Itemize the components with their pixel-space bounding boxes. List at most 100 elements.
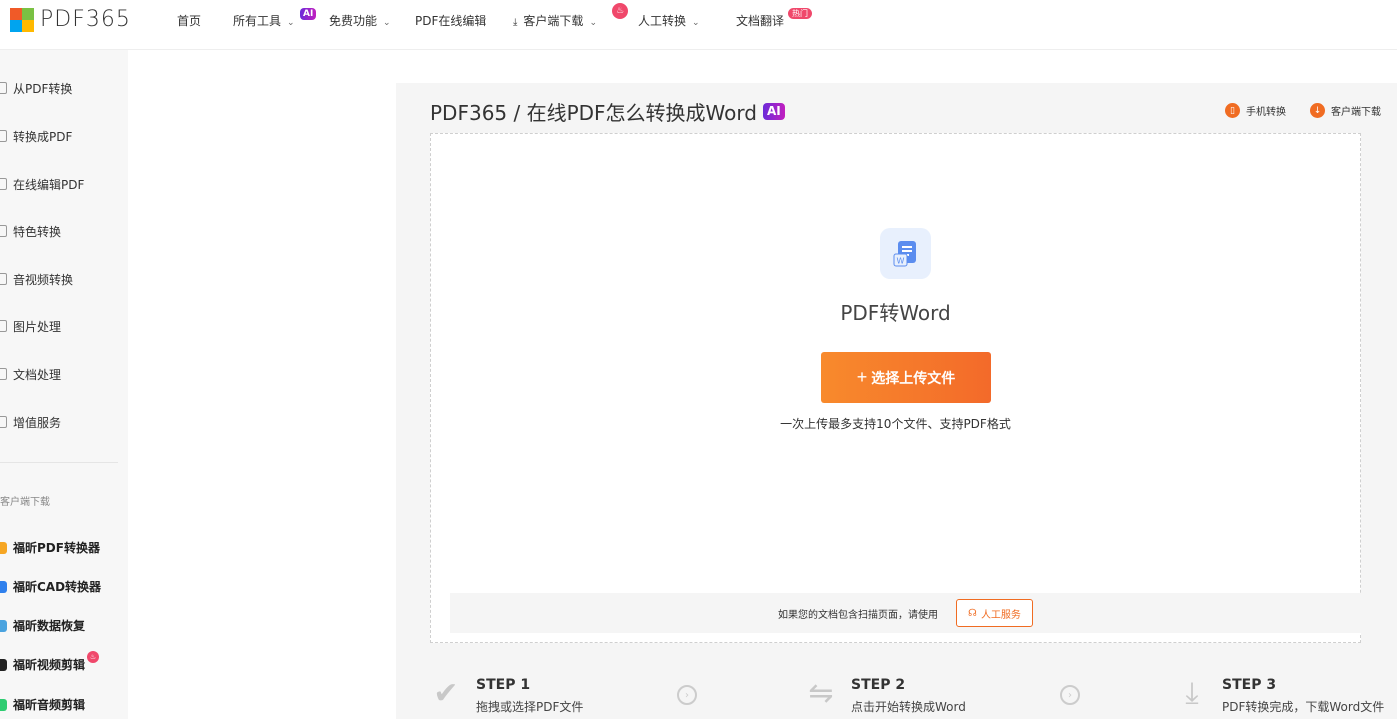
- sidebar-item-label: 转换成PDF: [13, 129, 73, 144]
- sidebar-item-value-added[interactable]: 增值服务: [0, 407, 128, 437]
- app-icon: [0, 580, 7, 593]
- download-icon: ⤓: [1185, 676, 1199, 711]
- page-title-text: PDF365 / 在线PDF怎么转换成Word: [430, 101, 757, 125]
- doc-icon: [0, 368, 7, 380]
- nav-home[interactable]: 首页: [177, 12, 201, 29]
- word-file-icon: W: [880, 228, 931, 279]
- client-download-heading: 客户端下载: [0, 497, 50, 508]
- top-nav: PDF365 首页 所有工具 ⌄ AI 免费功能 ⌄ PDF在线编辑 ⤓ 客户端下载 ⌄…: [0, 0, 1397, 50]
- app-icon: [0, 698, 7, 711]
- fire-icon: ♨: [87, 651, 99, 663]
- tool-name: PDF转Word: [840, 301, 951, 325]
- sidebar-item-edit-pdf[interactable]: 在线编辑PDF: [0, 169, 128, 199]
- nav-online-edit[interactable]: PDF在线编辑: [415, 12, 486, 29]
- image-icon: [0, 320, 7, 332]
- sidebar-item-label: 图片处理: [13, 319, 62, 334]
- nav-free-features[interactable]: 免费功能 ⌄: [329, 12, 391, 29]
- app-icon: [0, 541, 7, 554]
- check-icon: ✔: [433, 676, 459, 711]
- sidebar-item-label: 从PDF转换: [13, 81, 73, 96]
- list-icon: [0, 416, 7, 428]
- step-1: ✔ STEP 1 拖拽或选择PDF文件: [428, 676, 583, 715]
- chevron-down-icon: ⌄: [589, 18, 597, 28]
- upload-button-label: 选择上传文件: [871, 369, 956, 386]
- app-video-editor[interactable]: 福昕视频剪辑: [0, 656, 85, 673]
- sidebar-item-label: 音视频转换: [13, 272, 74, 287]
- plus-icon: +: [856, 367, 868, 387]
- step-3: ⤓ STEP 3 PDF转换完成，下载Word文件: [1174, 676, 1384, 715]
- hot-badge: 热门: [788, 8, 812, 19]
- app-pdf-converter[interactable]: 福昕PDF转换器: [0, 539, 100, 556]
- app-label: 福昕视频剪辑: [13, 658, 86, 672]
- manual-service-label: 人工服务: [980, 609, 1021, 621]
- chevron-down-icon: ⌄: [287, 18, 295, 28]
- app-label: 福昕PDF转换器: [13, 541, 100, 555]
- app-audio-editor[interactable]: 福昕音频剪辑: [0, 696, 85, 713]
- sidebar-item-label: 在线编辑PDF: [13, 177, 85, 192]
- app-data-recovery[interactable]: 福昕数据恢复: [0, 617, 85, 634]
- client-download-link[interactable]: ↓ 客户端下载: [1310, 103, 1381, 118]
- app-label: 福昕CAD转换器: [13, 580, 102, 594]
- upload-file-button[interactable]: + 选择上传文件: [821, 352, 991, 403]
- logo-text: PDF365: [40, 7, 131, 32]
- nav-manual-convert-label: 人工转换: [638, 14, 687, 28]
- sidebar: 从PDF转换 转换成PDF 在线编辑PDF 特色转换 音视频转换 图片处理 文档…: [0, 50, 128, 719]
- chevron-right-icon: ›: [677, 685, 697, 705]
- step-desc: 拖拽或选择PDF文件: [476, 700, 584, 714]
- step-title: STEP 3: [1222, 677, 1277, 693]
- chevron-down-icon: ⌄: [383, 18, 391, 28]
- sidebar-item-to-pdf[interactable]: 转换成PDF: [0, 121, 128, 151]
- sidebar-item-special[interactable]: 特色转换: [0, 216, 128, 246]
- nav-manual-convert[interactable]: 人工转换 ⌄: [638, 12, 700, 29]
- nav-client-download-label: 客户端下载: [523, 14, 584, 28]
- divider: [0, 462, 118, 463]
- nav-all-tools-label: 所有工具: [233, 14, 282, 28]
- mobile-convert-label: 手机转换: [1246, 107, 1286, 118]
- logo-mark-icon: [10, 7, 34, 32]
- ai-badge: AI: [762, 103, 785, 120]
- app-label: 福昕数据恢复: [13, 619, 86, 633]
- download-icon: ⤓: [513, 17, 518, 28]
- doc-icon: [0, 82, 7, 94]
- sidebar-item-av[interactable]: 音视频转换: [0, 264, 128, 294]
- step-desc: PDF转换完成，下载Word文件: [1222, 700, 1385, 714]
- nav-free-features-label: 免费功能: [329, 14, 378, 28]
- mobile-convert-link[interactable]: ▯ 手机转换: [1225, 103, 1286, 118]
- nav-client-download[interactable]: ⤓ 客户端下载 ⌄: [513, 12, 597, 29]
- star-icon: [0, 225, 7, 237]
- exchange-icon: ⇋: [808, 676, 834, 711]
- upload-note: 一次上传最多支持10个文件、支持PDF格式: [780, 417, 1011, 431]
- step-2: ⇋ STEP 2 点击开始转换成Word: [803, 676, 965, 715]
- headset-icon: ☊: [968, 607, 977, 619]
- sidebar-item-label: 文档处理: [13, 367, 62, 382]
- ai-badge: AI: [300, 8, 317, 20]
- manual-service-button[interactable]: ☊ 人工服务: [956, 599, 1033, 627]
- app-cad-converter[interactable]: 福昕CAD转换器: [0, 578, 101, 595]
- music-icon: [0, 273, 7, 285]
- step-title: STEP 2: [851, 677, 906, 693]
- upload-dropzone[interactable]: W PDF转Word + 选择上传文件 一次上传最多支持10个文件、支持PDF格式…: [430, 133, 1361, 643]
- chevron-down-icon: ⌄: [692, 18, 700, 28]
- sidebar-item-image[interactable]: 图片处理: [0, 311, 128, 341]
- edit-icon: [0, 178, 7, 190]
- sidebar-item-from-pdf[interactable]: 从PDF转换: [0, 73, 128, 103]
- fire-icon: ♨: [612, 3, 628, 19]
- app-label: 福昕音频剪辑: [13, 698, 86, 712]
- sidebar-item-label: 增值服务: [13, 415, 62, 430]
- nav-all-tools[interactable]: 所有工具 ⌄: [233, 12, 295, 29]
- app-icon: [0, 658, 7, 671]
- phone-icon: ▯: [1225, 103, 1240, 118]
- main-panel: PDF365 / 在线PDF怎么转换成Word AI ▯ 手机转换 ↓ 客户端下载 …: [396, 83, 1397, 719]
- scan-notice: 如果您的文档包含扫描页面，请使用 ☊ 人工服务: [450, 593, 1361, 633]
- page-title: PDF365 / 在线PDF怎么转换成Word AI: [430, 97, 785, 126]
- nav-doc-translate[interactable]: 文档翻译: [736, 12, 784, 29]
- svg-text:W: W: [896, 256, 904, 265]
- sidebar-item-label: 特色转换: [13, 224, 62, 239]
- step-title: STEP 1: [476, 677, 531, 693]
- doc-icon: [0, 130, 7, 142]
- download-icon: ↓: [1310, 103, 1325, 118]
- chevron-right-icon: ›: [1060, 685, 1080, 705]
- scan-note-text: 如果您的文档包含扫描页面，请使用: [778, 609, 938, 621]
- logo[interactable]: PDF365: [10, 7, 131, 32]
- sidebar-item-docs[interactable]: 文档处理: [0, 359, 128, 389]
